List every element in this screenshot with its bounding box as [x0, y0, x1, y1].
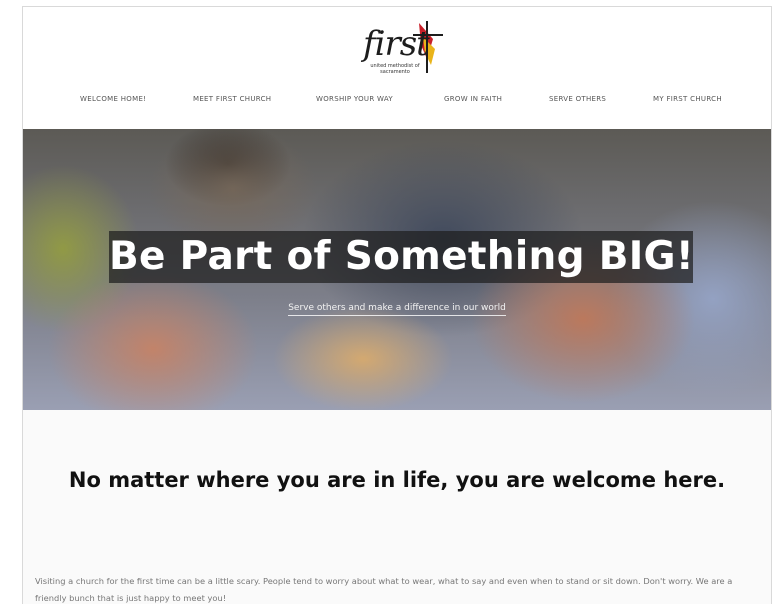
nav-item-meet-first-church[interactable]: MEET FIRST CHURCH: [193, 95, 271, 103]
site-logo[interactable]: first united methodist of sacramento: [361, 19, 445, 77]
hero-title: Be Part of Something BIG!: [109, 234, 694, 279]
page-frame: first united methodist of sacramento WEL…: [22, 6, 772, 604]
nav-item-worship-your-way[interactable]: WORSHIP YOUR WAY: [316, 95, 393, 103]
hero-title-box: Be Part of Something BIG!: [109, 231, 694, 283]
nav-item-my-first-church[interactable]: MY FIRST CHURCH: [653, 95, 722, 103]
welcome-heading: No matter where you are in life, you are…: [68, 468, 726, 492]
logo-wordmark: first: [363, 24, 430, 64]
welcome-section: No matter where you are in life, you are…: [23, 410, 771, 604]
welcome-paragraph: Visiting a church for the first time can…: [35, 576, 733, 603]
hero-banner: Be Part of Something BIG! Serve others a…: [23, 129, 771, 410]
main-nav: WELCOME HOME! MEET FIRST CHURCH WORSHIP …: [23, 95, 771, 109]
nav-item-serve-others[interactable]: SERVE OTHERS: [549, 95, 606, 103]
hero-subtitle-link[interactable]: Serve others and make a difference in ou…: [288, 303, 506, 316]
hero-subtitle-container: Serve others and make a difference in ou…: [23, 303, 771, 316]
nav-item-grow-in-faith[interactable]: GROW IN FAITH: [444, 95, 502, 103]
site-header: first united methodist of sacramento WEL…: [23, 7, 771, 129]
logo-subtitle: united methodist of sacramento: [370, 63, 420, 75]
nav-item-welcome-home[interactable]: WELCOME HOME!: [80, 95, 146, 103]
